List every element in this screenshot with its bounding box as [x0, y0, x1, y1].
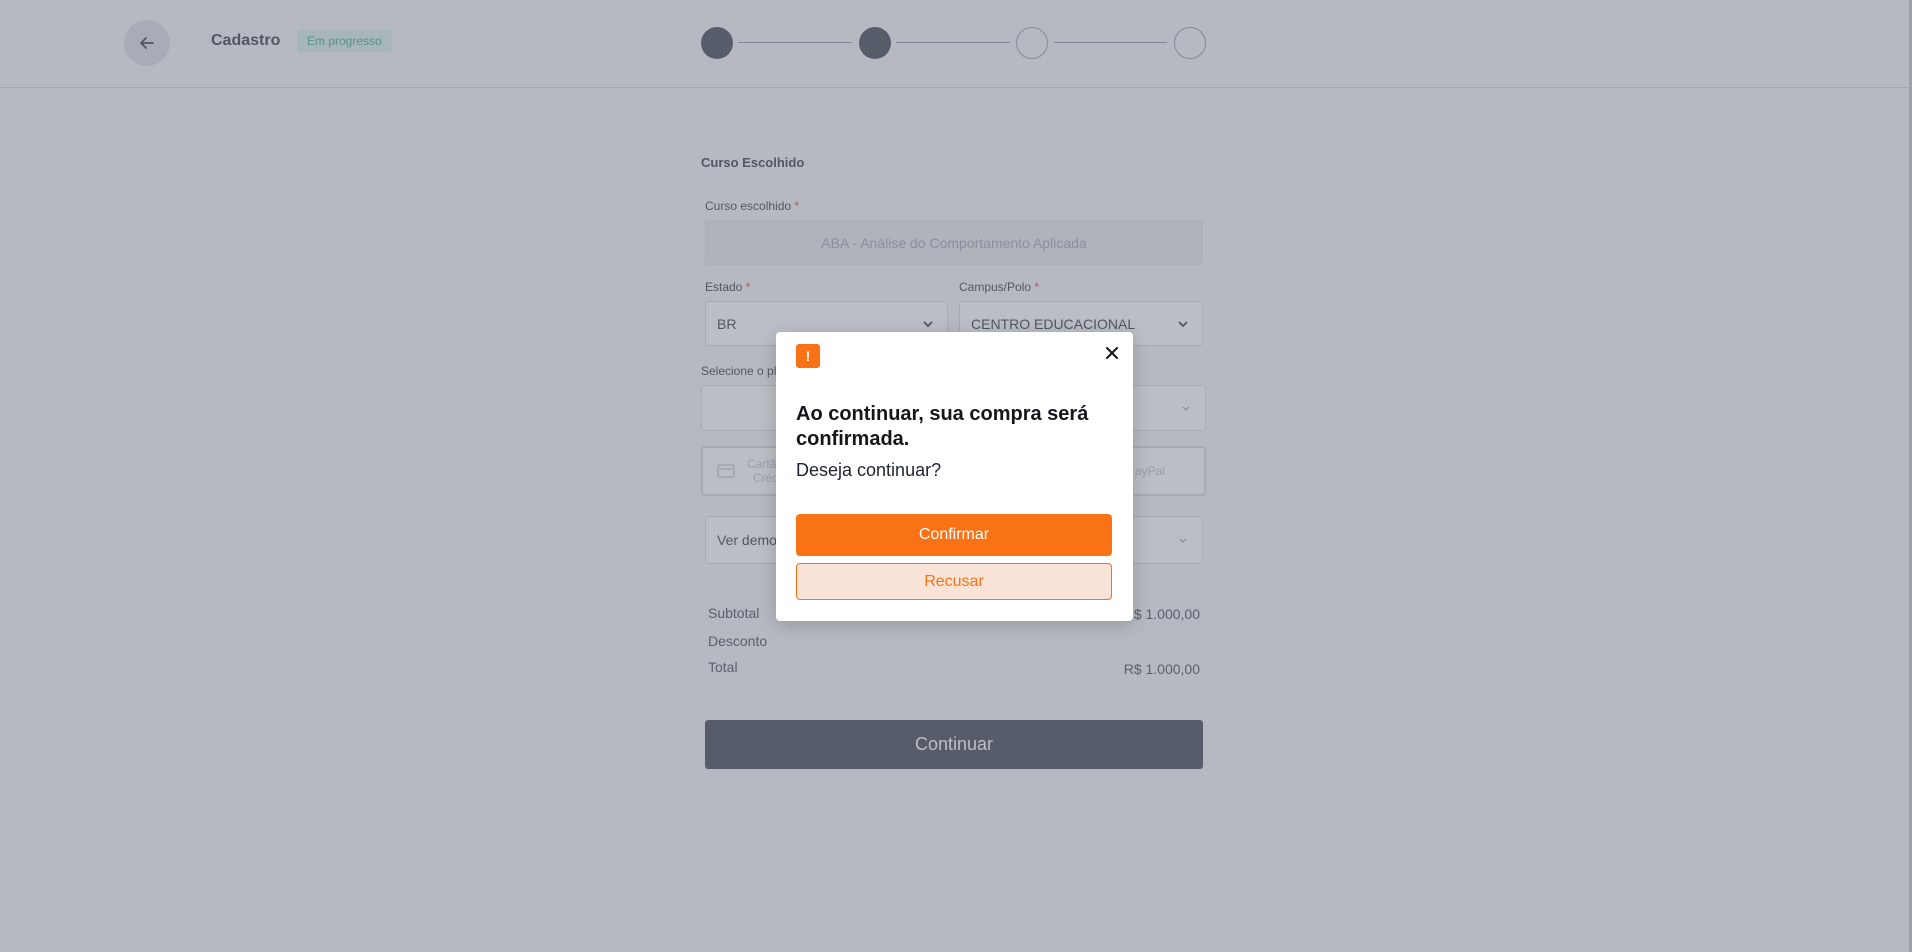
- dialog-message: Deseja continuar?: [796, 460, 942, 480]
- close-icon[interactable]: [1105, 346, 1119, 360]
- confirm-button[interactable]: Confirmar: [796, 514, 1112, 556]
- warning-icon: !: [796, 344, 820, 368]
- decline-button[interactable]: Recusar: [796, 563, 1112, 600]
- dialog-title: Ao continuar, sua compra será confirmada…: [796, 403, 1089, 450]
- confirmation-dialog: ! Ao continuar, sua compra será confirma…: [776, 332, 1133, 621]
